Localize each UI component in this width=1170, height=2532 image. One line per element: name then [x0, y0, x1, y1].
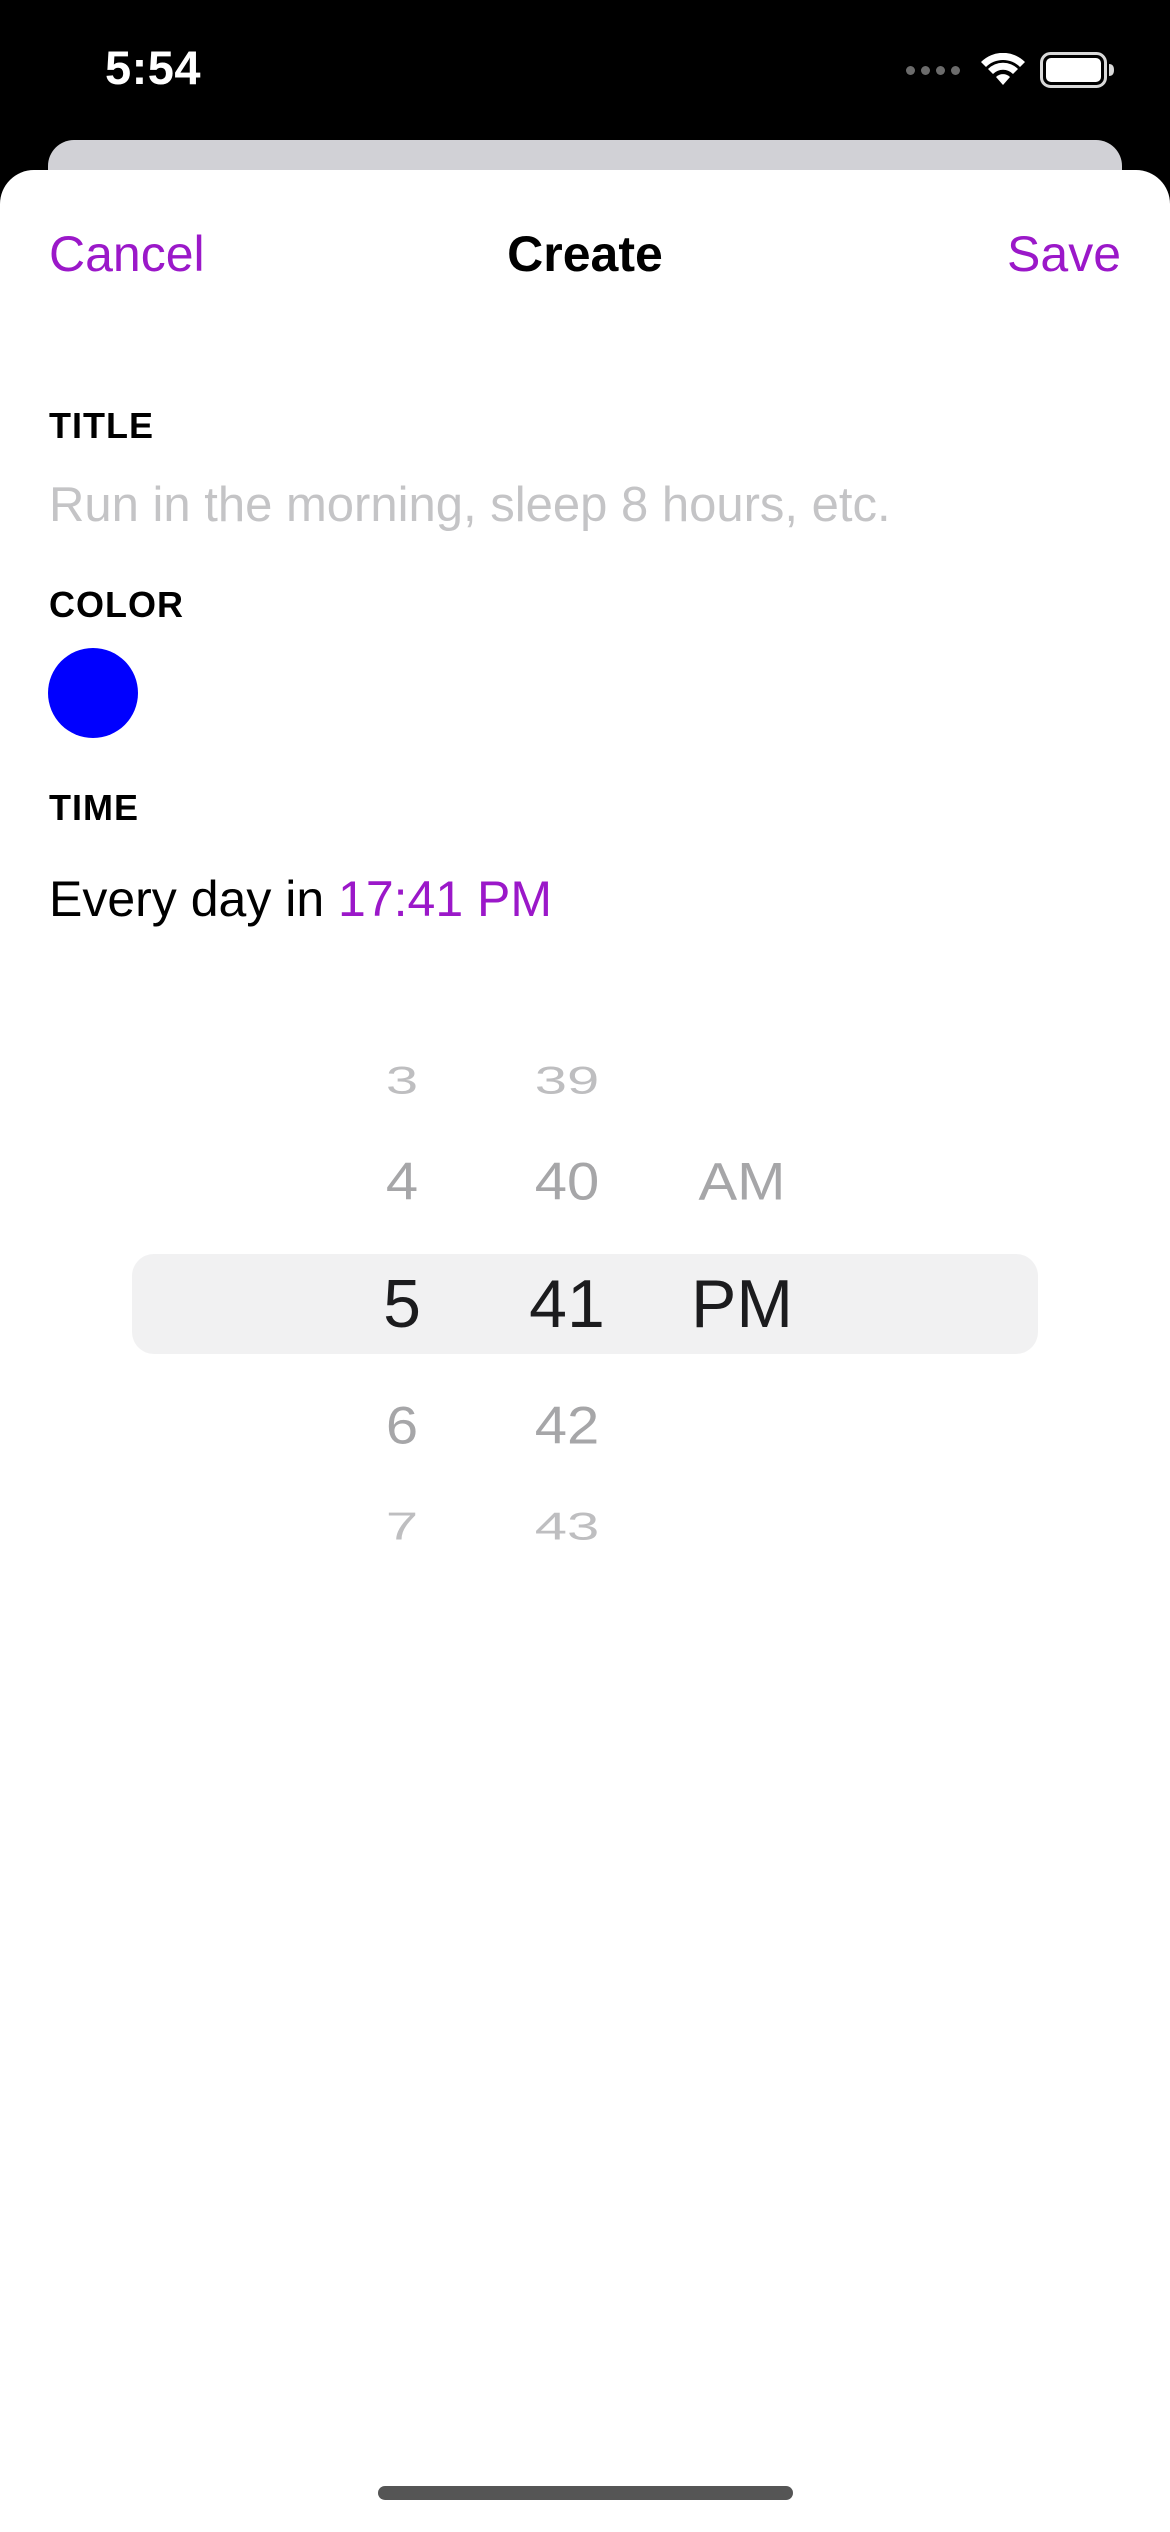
time-summary: Every day in 17:41 PM	[49, 870, 552, 928]
wifi-icon	[981, 53, 1025, 85]
color-swatch-button[interactable]	[48, 648, 138, 738]
page-title: Create	[507, 226, 663, 282]
minute-wheel[interactable]: 373839404142434445	[502, 1030, 632, 1570]
color-section-label: COLOR	[49, 584, 184, 625]
minute-option[interactable]: 39	[502, 1061, 632, 1100]
status-icons	[906, 52, 1116, 88]
battery-icon	[1040, 52, 1114, 88]
minute-option[interactable]: 42	[502, 1399, 632, 1453]
title-input[interactable]	[49, 470, 1121, 540]
create-sheet: Cancel Create Save TITLE COLOR TIME Ever…	[0, 170, 1170, 2532]
minute-option[interactable]: 41	[502, 1270, 632, 1338]
navigation-bar: Cancel Create Save	[0, 170, 1170, 340]
hour-option[interactable]: 4	[342, 1155, 462, 1208]
hour-wheel[interactable]: 123456789	[342, 1030, 462, 1570]
period-wheel[interactable]: AM PM	[672, 1030, 812, 1570]
hour-option[interactable]: 6	[342, 1399, 462, 1453]
status-time: 5:54	[105, 41, 202, 94]
minute-option[interactable]: 43	[502, 1508, 632, 1547]
hour-option[interactable]: 5	[342, 1270, 462, 1338]
time-section-label: TIME	[49, 787, 139, 828]
hour-option[interactable]: 7	[342, 1508, 462, 1547]
time-picker[interactable]: 123456789 373839404142434445 AMPM	[132, 1030, 1038, 1570]
hour-option[interactable]: 3	[342, 1061, 462, 1100]
title-section-label: TITLE	[49, 405, 154, 446]
time-value-button[interactable]: 17:41 PM	[338, 871, 552, 927]
status-bar: 5:54	[0, 0, 1170, 140]
time-prefix: Every day in	[49, 871, 339, 927]
period-option[interactable]: AM	[672, 1155, 812, 1208]
home-indicator	[378, 2486, 793, 2500]
period-option[interactable]: PM	[672, 1270, 812, 1338]
save-button[interactable]: Save	[1007, 225, 1121, 283]
minute-option[interactable]: 40	[502, 1155, 632, 1208]
signal-icon	[906, 65, 960, 75]
